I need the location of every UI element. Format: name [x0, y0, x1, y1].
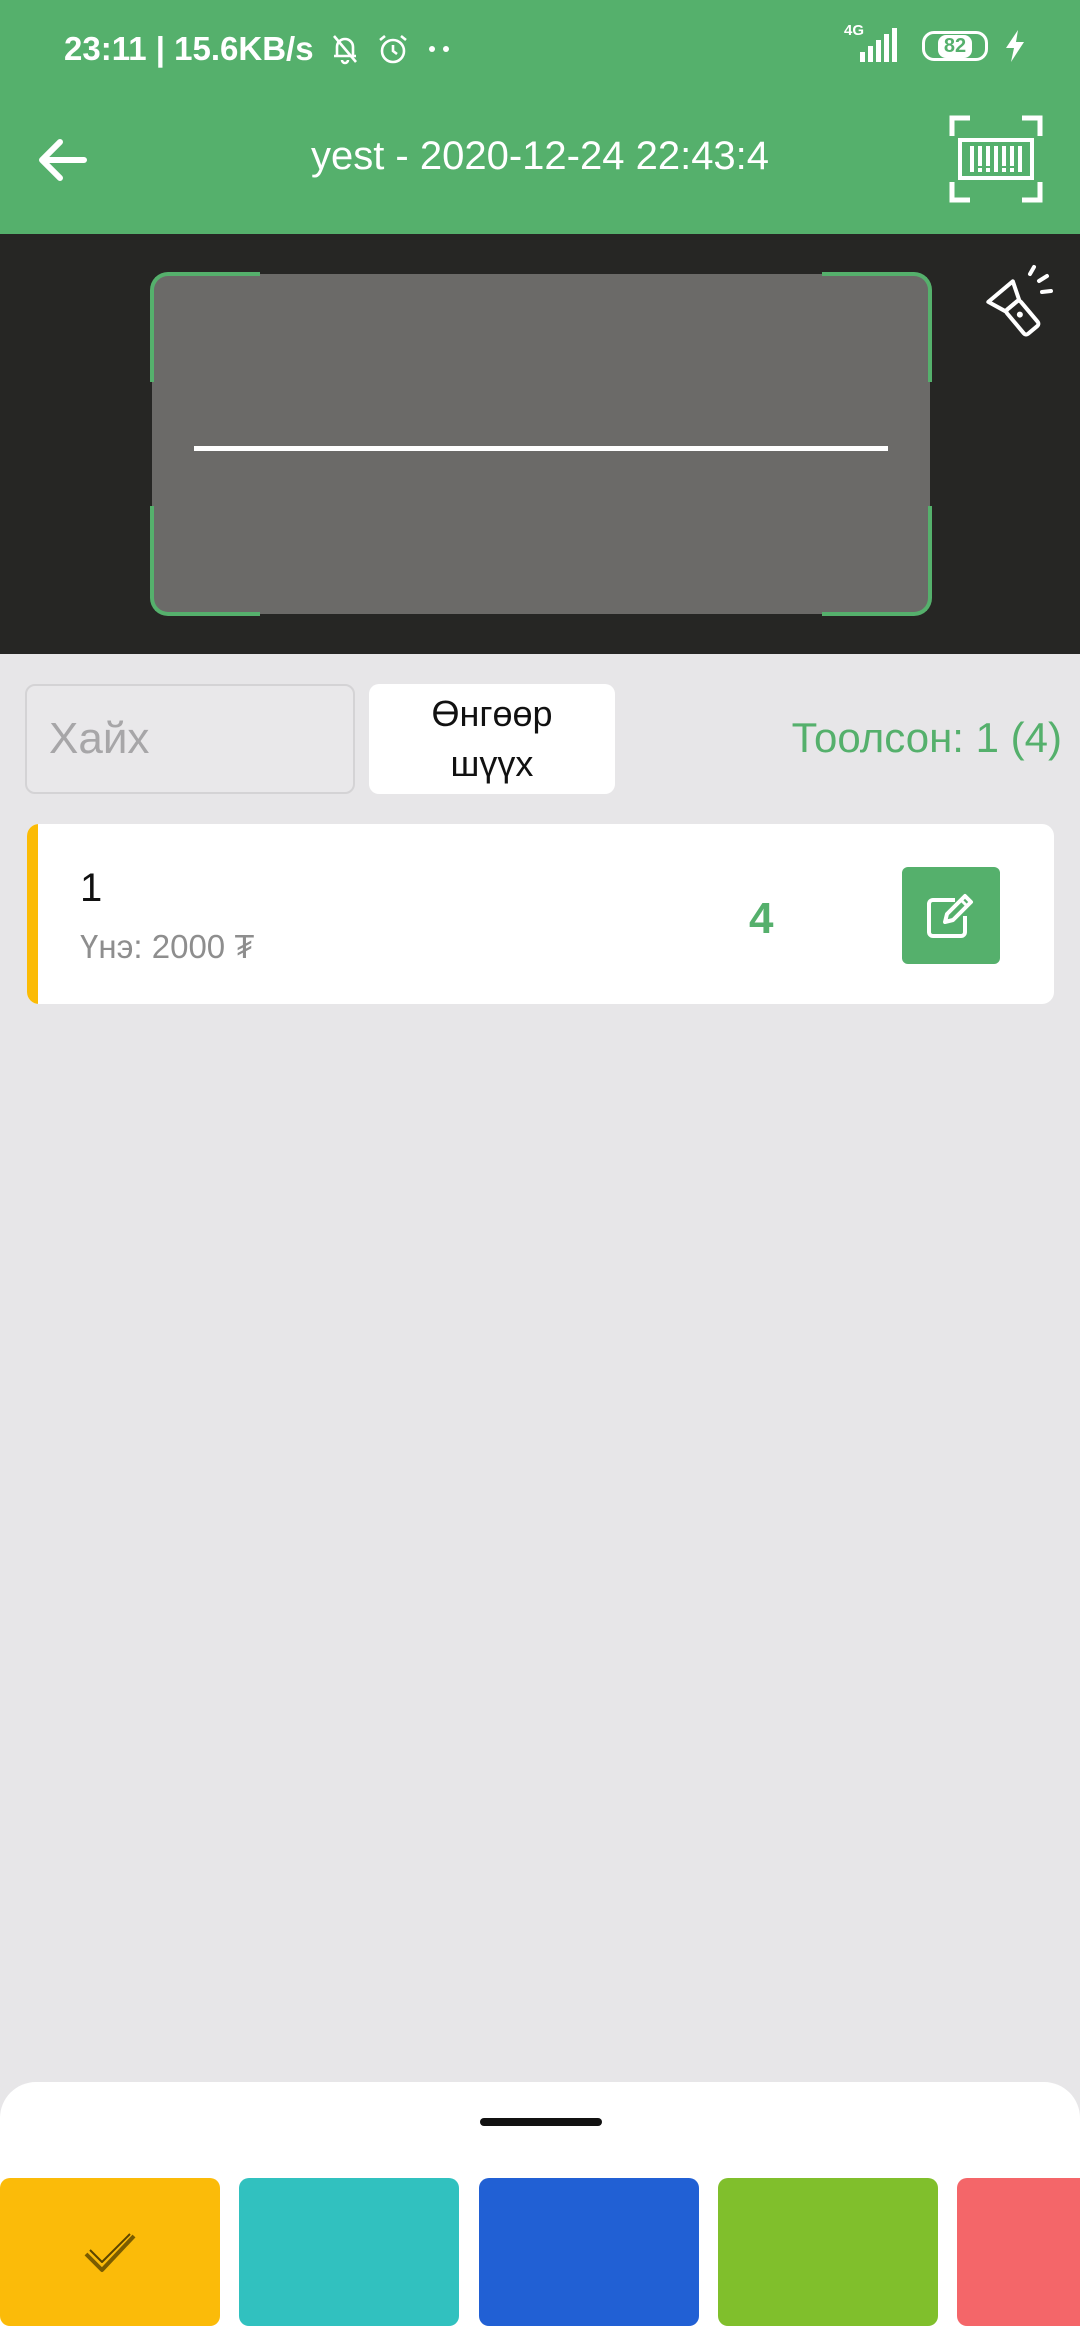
list-item[interactable]: 1 Үнэ: 2000 ₮ 4 [27, 824, 1054, 1004]
search-input[interactable] [25, 684, 355, 794]
bottom-sheet-handle[interactable] [480, 2118, 602, 2126]
header: 23:11 | 15.6KB/s 4G 82 yest - 2020-12-24… [0, 0, 1080, 234]
item-price: Үнэ: 2000 ₮ [80, 928, 255, 965]
signal-icon: 4G [842, 22, 906, 64]
color-swatch-yellow[interactable] [0, 2178, 220, 2326]
filter-by-color-button[interactable]: Өнгөөр шүүх [369, 684, 615, 794]
item-color-marker [27, 824, 38, 1004]
status-time-speed: 23:11 | 15.6KB/s [64, 30, 314, 67]
checkmark-icon [84, 2233, 136, 2272]
bell-muted-icon [332, 35, 357, 65]
counted-summary: Тоолсон: 1 (4) [791, 714, 1062, 761]
page-title: yest - 2020-12-24 22:43:4 [310, 134, 770, 178]
more-dots-icon [428, 46, 449, 52]
frame-corner-bottom-right [822, 506, 932, 616]
battery-level: 82 [937, 34, 973, 58]
scan-frame [150, 272, 932, 616]
color-swatch-blue[interactable] [479, 2178, 699, 2326]
color-swatch-teal[interactable] [239, 2178, 459, 2326]
item-name: 1 [80, 866, 103, 910]
scan-line [194, 446, 888, 451]
status-left: 23:11 | 15.6KB/s [64, 30, 454, 68]
flashlight-icon [986, 265, 1053, 337]
camera-preview[interactable] [0, 234, 1080, 654]
frame-corner-bottom-left [150, 506, 260, 616]
filter-label-line2: шүүх [450, 743, 534, 784]
edit-button[interactable] [902, 867, 1000, 964]
app-bar: yest - 2020-12-24 22:43:4 [0, 110, 1080, 230]
flashlight-button[interactable] [976, 264, 1056, 344]
search-row: Өнгөөр шүүх Тоолсон: 1 (4) [0, 682, 1080, 796]
battery-indicator: 82 [922, 31, 988, 61]
charging-bolt-icon [1006, 30, 1024, 62]
frame-corner-top-right [822, 272, 932, 382]
color-swatch-red[interactable] [957, 2178, 1080, 2326]
status-right: 4G 82 [842, 22, 1026, 64]
color-swatch-green[interactable] [718, 2178, 938, 2326]
filter-label-line1: Өнгөөр [431, 693, 553, 734]
edit-icon [927, 893, 973, 938]
barcode-icon [949, 115, 1043, 203]
status-bar: 23:11 | 15.6KB/s 4G 82 [0, 0, 1080, 100]
barcode-scan-button[interactable] [948, 114, 1044, 204]
frame-corner-top-left [150, 272, 260, 382]
alarm-clock-icon [378, 34, 407, 64]
item-quantity: 4 [749, 894, 774, 943]
